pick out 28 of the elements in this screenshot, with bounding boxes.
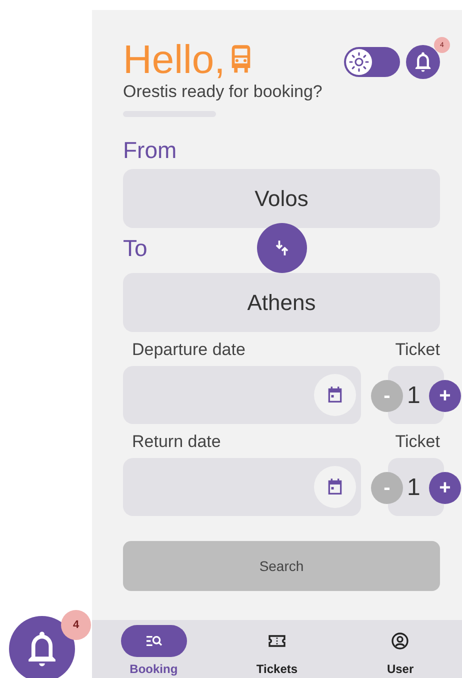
calendar-button[interactable] (314, 466, 356, 508)
to-field[interactable]: Athens (123, 273, 440, 332)
ticket-count: 1 (407, 381, 420, 411)
from-field[interactable]: Volos (123, 169, 440, 228)
date-field[interactable] (123, 458, 361, 516)
nav-tab[interactable]: Tickets (256, 662, 298, 676)
field-label: Ticket (395, 432, 440, 452)
swap-button[interactable] (257, 223, 307, 273)
nav-pill[interactable] (120, 625, 187, 657)
greeting-text: Hello, (123, 38, 226, 82)
theme-toggle[interactable] (344, 47, 400, 77)
nav-tab[interactable]: Booking (130, 662, 178, 676)
field-label: Departure date (132, 340, 246, 360)
nav-tab[interactable]: User (386, 662, 414, 676)
subtitle-text: Orestis ready for booking? (123, 82, 324, 102)
calendar-button[interactable] (314, 374, 356, 416)
ticket-count: 1 (407, 473, 420, 503)
field-label: Ticket (395, 340, 440, 360)
date-field[interactable] (123, 366, 361, 424)
notification-button[interactable] (406, 45, 440, 79)
increase-button[interactable]: + (429, 380, 461, 412)
sun-icon (346, 49, 372, 75)
notification-badge: 4 (61, 610, 91, 640)
increase-button[interactable]: + (429, 472, 461, 504)
field-label: To (123, 234, 148, 262)
user-icon (390, 631, 410, 651)
field-label: From (123, 137, 178, 164)
field-label: Return date (132, 432, 221, 452)
